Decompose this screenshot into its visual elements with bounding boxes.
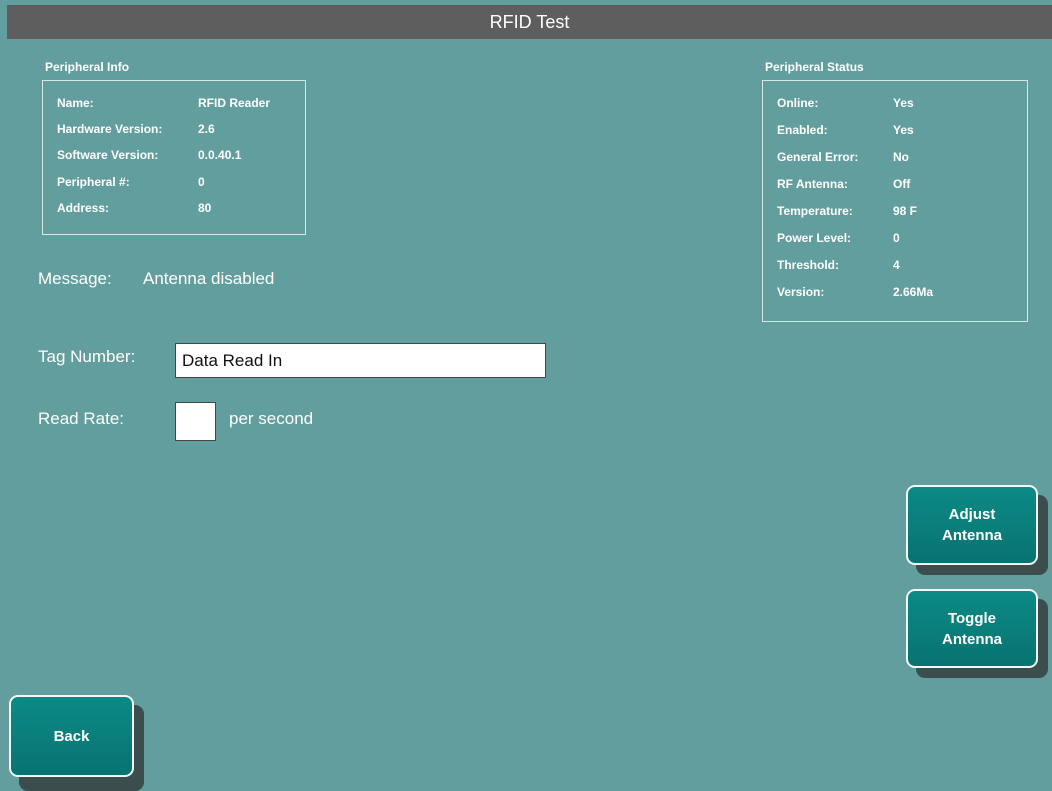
peripheral-info-heading: Peripheral Info bbox=[45, 60, 130, 74]
status-temperature-label: Temperature: bbox=[777, 204, 853, 218]
info-address-label: Address: bbox=[57, 201, 110, 215]
status-rf-antenna-label: RF Antenna: bbox=[777, 177, 848, 191]
back-button-wrapper: Back bbox=[9, 695, 144, 791]
back-button[interactable]: Back bbox=[9, 695, 134, 777]
peripheral-info-panel: Name: RFID Reader Hardware Version: 2.6 … bbox=[42, 80, 306, 235]
status-temperature-value: 98 F bbox=[893, 204, 918, 218]
adjust-antenna-button[interactable]: Adjust Antenna bbox=[906, 485, 1038, 565]
peripheral-status-heading: Peripheral Status bbox=[765, 60, 864, 74]
status-rf-antenna-value: Off bbox=[893, 177, 911, 191]
read-rate-input[interactable] bbox=[175, 402, 216, 441]
toggle-antenna-button[interactable]: Toggle Antenna bbox=[906, 589, 1038, 668]
title-bar: RFID Test bbox=[7, 5, 1052, 39]
message-label: Message: bbox=[38, 269, 112, 288]
status-enabled-value: Yes bbox=[893, 123, 914, 137]
info-peripheral-number-label: Peripheral #: bbox=[57, 175, 130, 189]
info-address-value: 80 bbox=[198, 201, 212, 215]
status-online-label: Online: bbox=[777, 96, 819, 110]
status-power-level-label: Power Level: bbox=[777, 231, 852, 245]
status-general-error-value: No bbox=[893, 150, 909, 164]
status-power-level-value: 0 bbox=[893, 231, 900, 245]
read-rate-unit: per second bbox=[229, 409, 314, 428]
window-title: RFID Test bbox=[489, 11, 570, 32]
info-hardware-version-value: 2.6 bbox=[198, 122, 215, 136]
peripheral-status-panel: Online: Yes Enabled: Yes General Error: … bbox=[762, 80, 1028, 322]
read-rate-label: Read Rate: bbox=[38, 409, 124, 428]
message-value: Antenna disabled bbox=[143, 269, 275, 288]
info-name-value: RFID Reader bbox=[198, 96, 271, 110]
info-software-version-value: 0.0.40.1 bbox=[198, 148, 242, 162]
toggle-antenna-button-wrapper: Toggle Antenna bbox=[906, 589, 1048, 678]
info-hardware-version-label: Hardware Version: bbox=[57, 122, 163, 136]
status-version-label: Version: bbox=[777, 285, 825, 299]
info-name-label: Name: bbox=[57, 96, 94, 110]
status-threshold-value: 4 bbox=[893, 258, 900, 272]
status-general-error-label: General Error: bbox=[777, 150, 859, 164]
info-software-version-label: Software Version: bbox=[57, 148, 159, 162]
tag-number-label: Tag Number: bbox=[38, 347, 136, 366]
status-threshold-label: Threshold: bbox=[777, 258, 839, 272]
tag-number-input[interactable] bbox=[175, 343, 546, 378]
status-enabled-label: Enabled: bbox=[777, 123, 828, 137]
status-version-value: 2.66Ma bbox=[893, 285, 934, 299]
status-online-value: Yes bbox=[893, 96, 914, 110]
info-peripheral-number-value: 0 bbox=[198, 175, 205, 189]
adjust-antenna-button-wrapper: Adjust Antenna bbox=[906, 485, 1048, 575]
